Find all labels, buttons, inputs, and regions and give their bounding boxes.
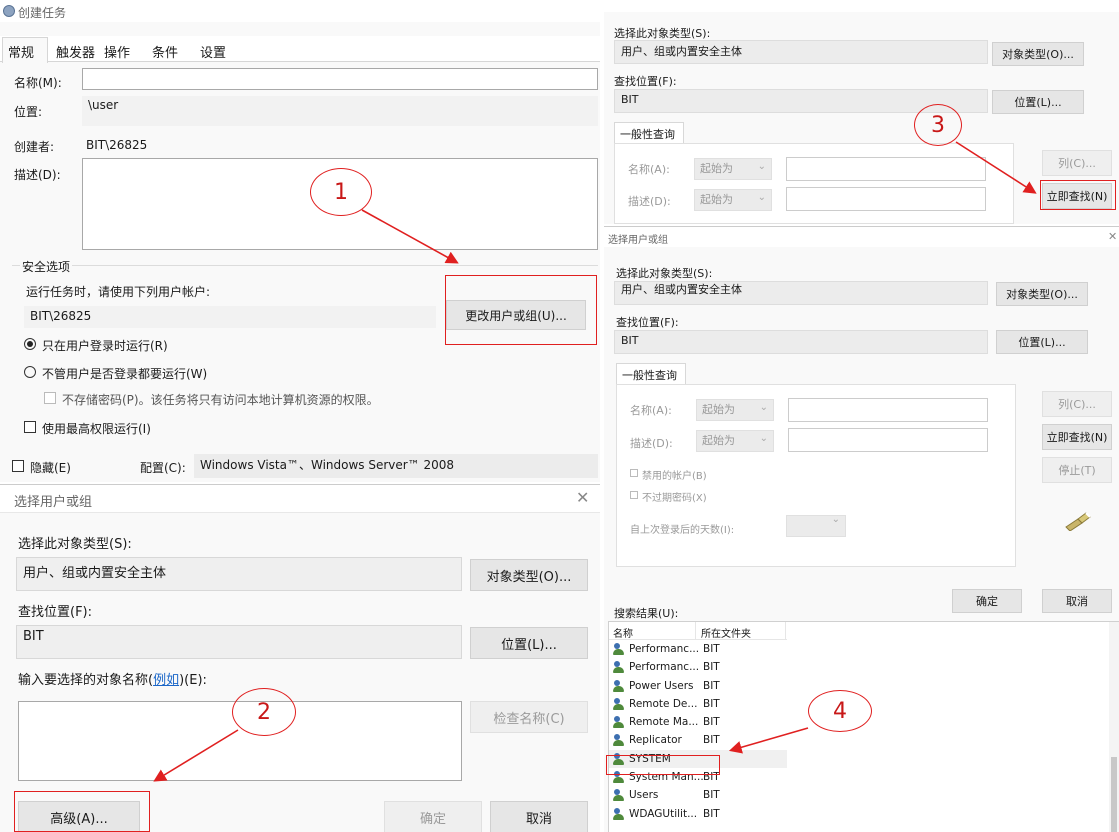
arrow-3: [955, 141, 1037, 194]
annotation-arrows: [153, 141, 1037, 782]
arrow-2: [153, 729, 239, 782]
arrow-4: [728, 727, 809, 754]
arrow-1: [361, 209, 459, 264]
